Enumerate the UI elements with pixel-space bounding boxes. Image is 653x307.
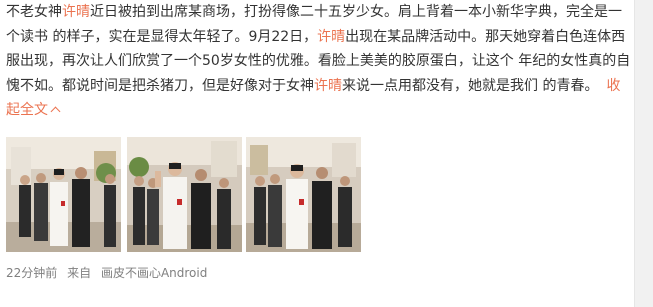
photo-thumbnail-1[interactable] xyxy=(6,137,121,252)
source-prefix: 来自 xyxy=(67,266,92,280)
post-text: 不老女神许晴近日被拍到出席某商场，打扮得像二十五岁少女。肩上背着一本小新华字典，… xyxy=(6,0,632,123)
text-seg-6: 来说一点用都没有，她就是我们 的青春。 xyxy=(342,77,599,94)
photo-2-image xyxy=(127,137,242,252)
photo-thumbnail-2[interactable] xyxy=(127,137,242,252)
vertical-scrollbar[interactable] xyxy=(634,0,653,307)
keyword-link[interactable]: 许晴 xyxy=(317,29,345,45)
photo-3-image xyxy=(246,137,361,252)
post-time[interactable]: 22分钟前 xyxy=(6,266,57,280)
photo-1-image xyxy=(6,137,121,252)
post-meta: 22分钟前 来自 画皮不画心Android xyxy=(6,264,213,281)
text-seg-0: 不老女神 xyxy=(6,4,62,20)
post-body: 不老女神许晴近日被拍到出席某商场，打扮得像二十五岁少女。肩上背着一本小新华字典，… xyxy=(6,0,632,123)
source-client[interactable]: 画皮不画心Android xyxy=(101,266,207,280)
chevron-up-icon xyxy=(50,106,61,117)
photo-thumbnail-3[interactable] xyxy=(246,137,361,252)
keyword-link[interactable]: 许晴 xyxy=(314,78,342,94)
keyword-link[interactable]: 许晴 xyxy=(62,4,90,20)
